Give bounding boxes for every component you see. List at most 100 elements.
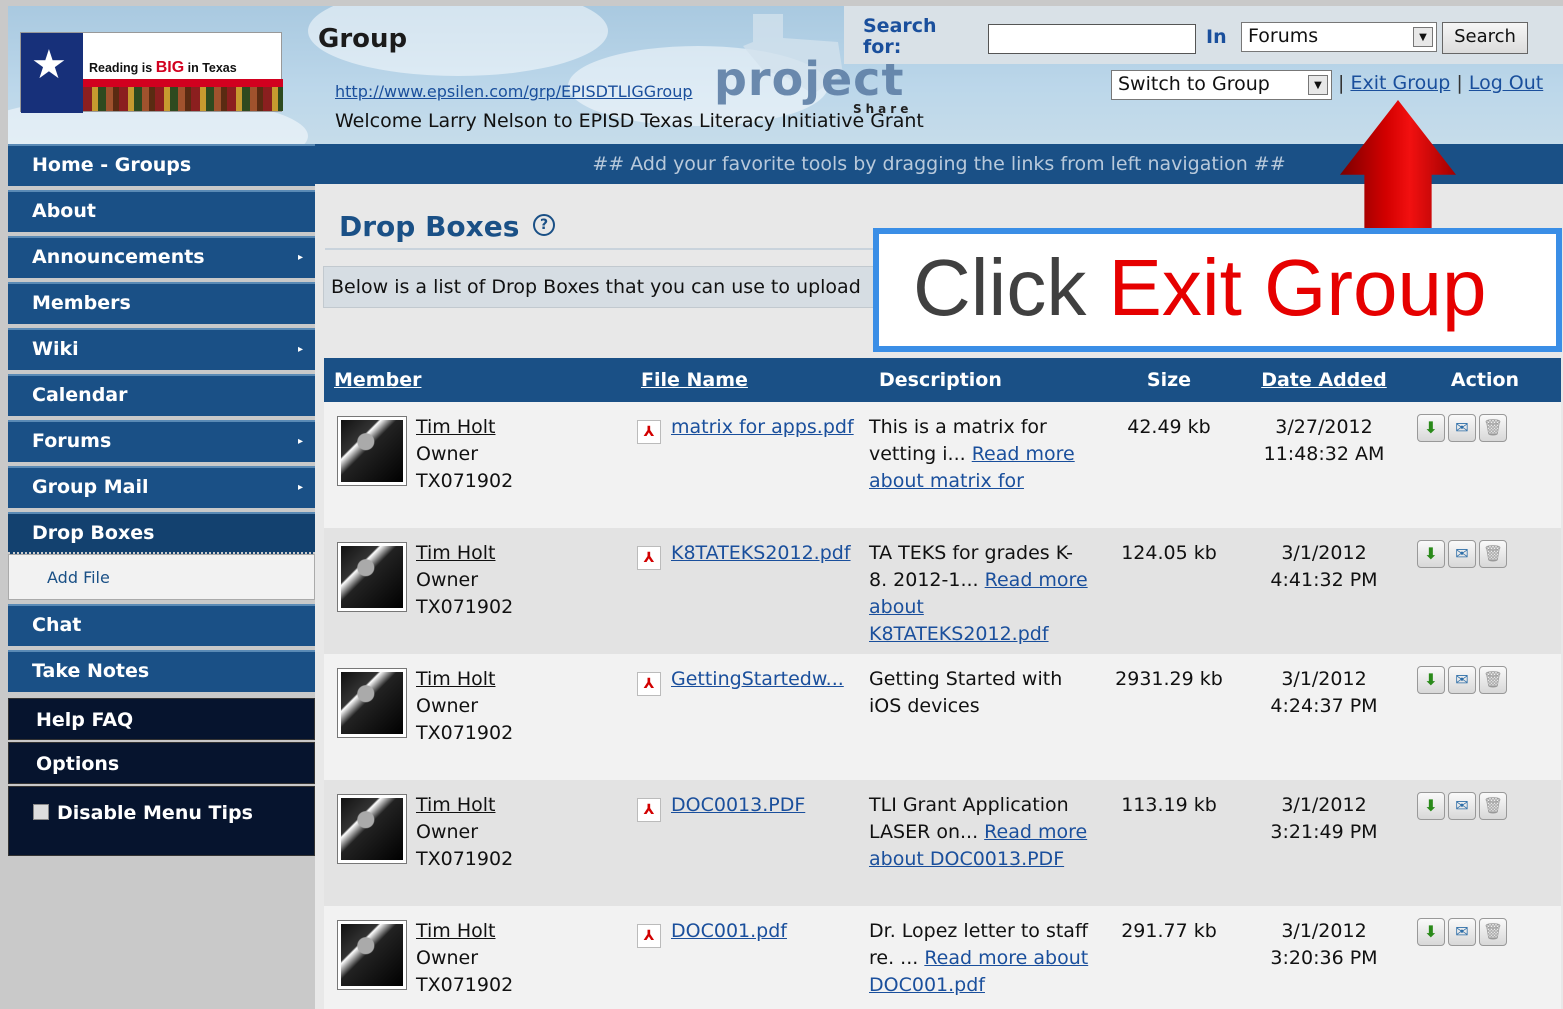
member-name-link[interactable]: Tim Holt: [416, 668, 496, 690]
trash-icon[interactable]: 🗑: [1479, 792, 1507, 820]
file-size: 42.49 kb: [1099, 402, 1239, 528]
dropdown-arrow-icon[interactable]: ▼: [1413, 27, 1433, 47]
sidebar-item-about[interactable]: About: [8, 190, 315, 232]
disable-tips-checkbox[interactable]: [33, 804, 49, 820]
member-cell: Tim Holt Owner TX071902: [324, 906, 631, 1009]
help-icon[interactable]: ?: [533, 214, 555, 236]
file-cell: ⅄ K8TATEKS2012.pdf: [631, 528, 869, 654]
member-role: Owner: [416, 443, 479, 465]
sidebar-item-label: Wiki: [32, 338, 79, 360]
group-title: Group: [318, 24, 408, 54]
table-row: Tim Holt Owner TX071902 ⅄ matrix for apps.pd…: [324, 402, 1561, 528]
search-scope-select[interactable]: Forums ▼: [1241, 22, 1437, 52]
description-cell: Getting Started with iOS devices: [869, 654, 1099, 780]
email-forward-icon[interactable]: ✉: [1448, 540, 1476, 568]
avatar[interactable]: [337, 794, 407, 864]
table-row: Tim Holt Owner TX071902 ⅄ K8TATEKS2012.pdf TA…: [324, 528, 1561, 654]
date-value: 3/27/2012: [1275, 416, 1373, 438]
file-name-link[interactable]: GettingStartedw...: [671, 668, 844, 690]
file-name-link[interactable]: matrix for apps.pdf: [671, 416, 854, 438]
sidebar-item-home-groups[interactable]: Home - Groups: [8, 144, 315, 186]
email-forward-icon[interactable]: ✉: [1448, 792, 1476, 820]
account-links: | Exit Group | Log Out: [1338, 72, 1544, 94]
sidebar-item-forums[interactable]: Forums ▸: [8, 420, 315, 462]
member-role: Owner: [416, 695, 479, 717]
member-id: TX071902: [416, 974, 514, 996]
email-forward-icon[interactable]: ✉: [1448, 414, 1476, 442]
sidebar-item-chat[interactable]: Chat: [8, 604, 315, 646]
trash-icon[interactable]: 🗑: [1479, 540, 1507, 568]
submenu-caret-icon: ▸: [297, 436, 303, 447]
email-forward-icon[interactable]: ✉: [1448, 918, 1476, 946]
sort-date-link[interactable]: Date Added: [1261, 369, 1387, 391]
logo-stripe: [83, 79, 283, 87]
download-icon[interactable]: ⬇: [1417, 414, 1445, 442]
avatar[interactable]: [337, 416, 407, 486]
trash-icon[interactable]: 🗑: [1479, 414, 1507, 442]
sidebar-item-wiki[interactable]: Wiki ▸: [8, 328, 315, 370]
table-row: Tim Holt Owner TX071902 ⅄ DOC001.pdf Dr. Lope…: [324, 906, 1561, 1009]
file-name-link[interactable]: DOC0013.PDF: [671, 794, 805, 816]
member-id: TX071902: [416, 722, 514, 744]
switch-group-select[interactable]: Switch to Group ▼: [1111, 70, 1332, 100]
column-header-action: Action: [1409, 358, 1561, 402]
project-share-subtext: Share: [853, 102, 913, 116]
download-icon[interactable]: ⬇: [1417, 918, 1445, 946]
sidebar-item-announcements[interactable]: Announcements ▸: [8, 236, 315, 278]
file-name-link[interactable]: DOC001.pdf: [671, 920, 787, 942]
member-cell: Tim Holt Owner TX071902: [324, 780, 631, 906]
dropdown-arrow-icon[interactable]: ▼: [1308, 75, 1328, 95]
submenu-caret-icon: ▸: [297, 344, 303, 355]
sidebar-options[interactable]: Options: [8, 742, 315, 784]
sidebar-item-take-notes[interactable]: Take Notes: [8, 650, 315, 692]
file-cell: ⅄ DOC0013.PDF: [631, 780, 869, 906]
avatar[interactable]: [337, 542, 407, 612]
download-icon[interactable]: ⬇: [1417, 540, 1445, 568]
sidebar-item-calendar[interactable]: Calendar: [8, 374, 315, 416]
table-header-row: Member File Name Description Size Date A…: [324, 358, 1561, 402]
avatar[interactable]: [337, 920, 407, 990]
sidebar-help-faq[interactable]: Help FAQ: [8, 698, 315, 740]
member-name-link[interactable]: Tim Holt: [416, 542, 496, 564]
exit-group-link[interactable]: Exit Group: [1350, 72, 1450, 94]
sidebar-item-drop-boxes[interactable]: Drop Boxes: [8, 512, 315, 554]
pdf-icon: ⅄: [637, 672, 661, 696]
sort-filename-link[interactable]: File Name: [641, 369, 748, 391]
welcome-message: Welcome Larry Nelson to EPISD Texas Lite…: [335, 110, 924, 132]
download-icon[interactable]: ⬇: [1417, 666, 1445, 694]
member-name-link[interactable]: Tim Holt: [416, 920, 496, 942]
disable-menu-tips[interactable]: Disable Menu Tips: [8, 786, 315, 856]
trash-icon[interactable]: 🗑: [1479, 918, 1507, 946]
description-text: Getting Started with iOS devices: [869, 668, 1063, 717]
trash-icon[interactable]: 🗑: [1479, 666, 1507, 694]
description-cell: Dr. Lopez letter to staff re. ... Read m…: [869, 906, 1099, 1009]
date-added: 3/27/2012 11:48:32 AM: [1239, 402, 1409, 528]
sidebar-item-label: Forums: [32, 430, 112, 452]
avatar[interactable]: [337, 668, 407, 738]
member-id: TX071902: [416, 596, 514, 618]
member-cell: Tim Holt Owner TX071902: [324, 402, 631, 528]
download-icon[interactable]: ⬇: [1417, 792, 1445, 820]
sidebar-item-members[interactable]: Members: [8, 282, 315, 324]
sort-member-link[interactable]: Member: [334, 369, 421, 391]
member-role: Owner: [416, 569, 479, 591]
time-value: 11:48:32 AM: [1263, 443, 1385, 465]
member-cell: Tim Holt Owner TX071902: [324, 654, 631, 780]
email-forward-icon[interactable]: ✉: [1448, 666, 1476, 694]
search-label: Search for:: [863, 15, 937, 58]
time-value: 3:21:49 PM: [1270, 821, 1378, 843]
site-logo[interactable]: ★ Reading is BIG in Texas: [20, 32, 283, 113]
sidebar-item-group-mail[interactable]: Group Mail ▸: [8, 466, 315, 508]
search-input[interactable]: [988, 24, 1196, 54]
member-name-link[interactable]: Tim Holt: [416, 794, 496, 816]
member-name-link[interactable]: Tim Holt: [416, 416, 496, 438]
date-added: 3/1/2012 4:41:32 PM: [1239, 528, 1409, 654]
sidebar-item-label: Drop Boxes: [32, 522, 155, 544]
sidebar-subitem-add-file[interactable]: Add File: [8, 554, 315, 600]
sidebar-item-label: Announcements: [32, 246, 205, 268]
search-button[interactable]: Search: [1442, 22, 1528, 54]
table-row: Tim Holt Owner TX071902 ⅄ DOC0013.PDF TLI Gra…: [324, 780, 1561, 906]
group-url-link[interactable]: http://www.epsilen.com/grp/EPISDTLIGGrou…: [335, 82, 693, 101]
log-out-link[interactable]: Log Out: [1469, 72, 1543, 94]
file-name-link[interactable]: K8TATEKS2012.pdf: [671, 542, 851, 564]
